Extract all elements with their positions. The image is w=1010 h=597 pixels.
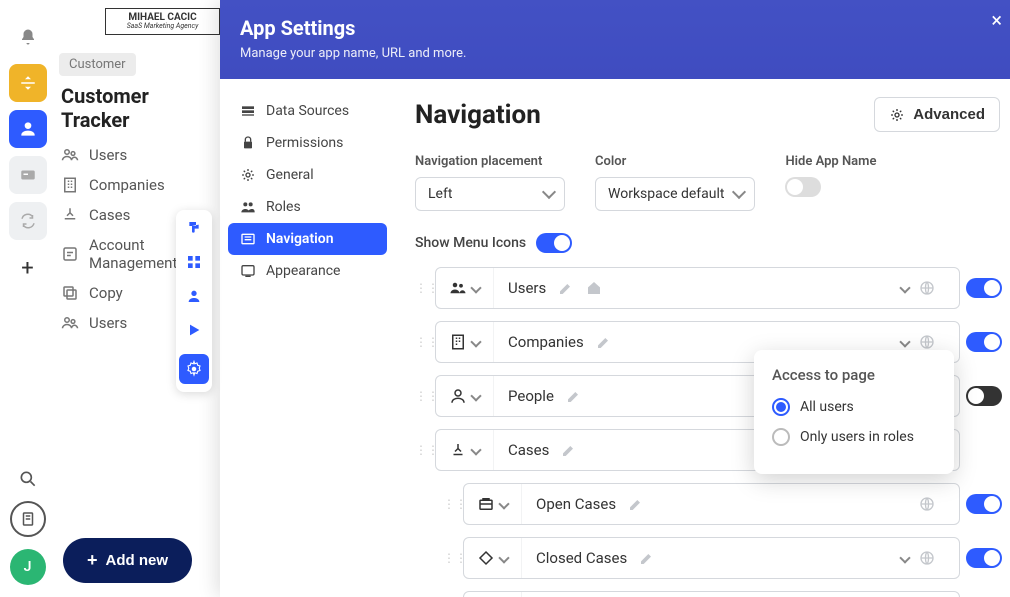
hide-toggle[interactable]	[785, 177, 821, 197]
close-icon[interactable]: ×	[991, 8, 1002, 32]
placement-label: Navigation placement	[415, 154, 565, 169]
drag-handle-icon[interactable]: ⋮⋮	[415, 281, 429, 295]
row-box[interactable]: Users	[435, 267, 960, 309]
sidebar-item-datasources[interactable]: Data Sources	[228, 95, 387, 127]
row-toggle[interactable]	[966, 278, 1002, 298]
row-label: Open Cases	[536, 495, 616, 513]
navrow-open-cases: ⋮⋮ Open Cases	[443, 483, 1002, 525]
chevron-down-icon[interactable]	[899, 336, 910, 347]
pencil-icon[interactable]	[596, 334, 612, 350]
radio-icon	[772, 428, 790, 446]
access-popover: Access to page All users Only users in r…	[754, 350, 954, 474]
pencil-icon[interactable]	[639, 550, 655, 566]
color-select[interactable]: Workspace default	[595, 177, 755, 211]
tool-grid-icon[interactable]	[184, 252, 204, 272]
globe-icon[interactable]	[919, 550, 935, 566]
chevron-down-icon[interactable]	[899, 552, 910, 563]
row-label: Cases	[508, 441, 549, 459]
home-icon[interactable]	[586, 280, 602, 296]
drag-handle-icon[interactable]: ⋮⋮	[415, 443, 429, 457]
row-label: Users	[508, 279, 546, 297]
settings-main: Navigation Advanced Navigation placement…	[395, 79, 1010, 597]
drag-handle-icon[interactable]: ⋮⋮	[443, 551, 457, 565]
row-toggle[interactable]	[966, 332, 1002, 352]
settings-title: App Settings	[240, 16, 990, 40]
row-label: Closed Cases	[536, 549, 627, 567]
pencil-icon[interactable]	[628, 496, 644, 512]
settings-subtitle: Manage your app name, URL and more.	[240, 46, 990, 61]
sidebar-item-roles[interactable]: Roles	[228, 191, 387, 223]
row-box[interactable]: Open Cases	[463, 483, 960, 525]
search-icon[interactable]	[18, 469, 38, 489]
row-toggle[interactable]	[966, 494, 1002, 514]
row-toggle[interactable]	[966, 548, 1002, 568]
chevron-down-icon[interactable]	[899, 282, 910, 293]
sidebar-item-appearance[interactable]: Appearance	[228, 255, 387, 287]
show-menu-toggle[interactable]	[536, 233, 572, 253]
radio-all-users[interactable]: All users	[772, 398, 936, 416]
sidebar-item-general[interactable]: General	[228, 159, 387, 191]
app-title: Customer Tracker	[61, 84, 220, 132]
advanced-button[interactable]: Advanced	[874, 97, 1000, 132]
breadcrumb[interactable]: Customer	[59, 53, 136, 76]
sidebar-item-navigation[interactable]: Navigation	[228, 223, 387, 255]
avatar[interactable]: J	[10, 549, 46, 585]
radio-only-roles[interactable]: Only users in roles	[772, 428, 936, 446]
radio-icon	[772, 398, 790, 416]
drag-handle-icon[interactable]: ⋮⋮	[415, 389, 429, 403]
color-label: Color	[595, 154, 755, 169]
row-box[interactable]: Closed Cases	[463, 537, 960, 579]
icon-rail: + J	[0, 0, 55, 597]
nav-item-users[interactable]: Users	[61, 146, 220, 164]
nav-item-companies[interactable]: Companies	[61, 176, 220, 194]
bell-icon[interactable]	[9, 18, 47, 56]
page-title: Navigation	[415, 100, 541, 130]
placement-select[interactable]: Left	[415, 177, 565, 211]
row-label: Companies	[508, 333, 584, 351]
row-box[interactable]: All Cases	[463, 591, 960, 597]
float-toolbar	[176, 210, 212, 392]
settings-panel: App Settings Manage your app name, URL a…	[220, 0, 1010, 597]
tool-play-icon[interactable]	[184, 320, 204, 340]
drag-handle-icon[interactable]: ⋮⋮	[443, 497, 457, 511]
navrow-all-cases: ⋮⋮ All Cases	[443, 591, 1002, 597]
settings-header: App Settings Manage your app name, URL a…	[220, 0, 1010, 79]
app-icon-users[interactable]	[9, 110, 47, 148]
add-app-icon[interactable]: +	[21, 256, 33, 281]
sidebar-item-permissions[interactable]: Permissions	[228, 127, 387, 159]
drag-handle-icon[interactable]: ⋮⋮	[415, 335, 429, 349]
show-menu-label: Show Menu Icons	[415, 235, 526, 251]
tool-paint-icon[interactable]	[184, 218, 204, 238]
tool-settings-icon[interactable]	[179, 354, 209, 384]
app-icon-card[interactable]	[9, 156, 47, 194]
navrow-users: ⋮⋮ Users	[415, 267, 1002, 309]
workspace-icon[interactable]	[10, 501, 46, 537]
app-icon-sync[interactable]	[9, 202, 47, 240]
pencil-icon[interactable]	[561, 442, 577, 458]
globe-icon[interactable]	[919, 334, 935, 350]
brand-logo: MIHAEL CACIC SaaS Marketing Agency	[105, 8, 220, 35]
pencil-icon[interactable]	[558, 280, 574, 296]
tool-person-icon[interactable]	[184, 286, 204, 306]
row-toggle[interactable]	[966, 386, 1002, 406]
row-label: People	[508, 387, 554, 405]
globe-icon[interactable]	[919, 496, 935, 512]
hide-label: Hide App Name	[785, 154, 876, 169]
add-new-button[interactable]: +Add new	[63, 538, 192, 583]
globe-icon[interactable]	[919, 280, 935, 296]
popover-title: Access to page	[772, 366, 936, 384]
pencil-icon[interactable]	[566, 388, 582, 404]
navrow-closed-cases: ⋮⋮ Closed Cases	[443, 537, 1002, 579]
settings-sidebar: Data Sources Permissions General Roles N…	[220, 79, 395, 597]
app-icon-1[interactable]	[9, 64, 47, 102]
